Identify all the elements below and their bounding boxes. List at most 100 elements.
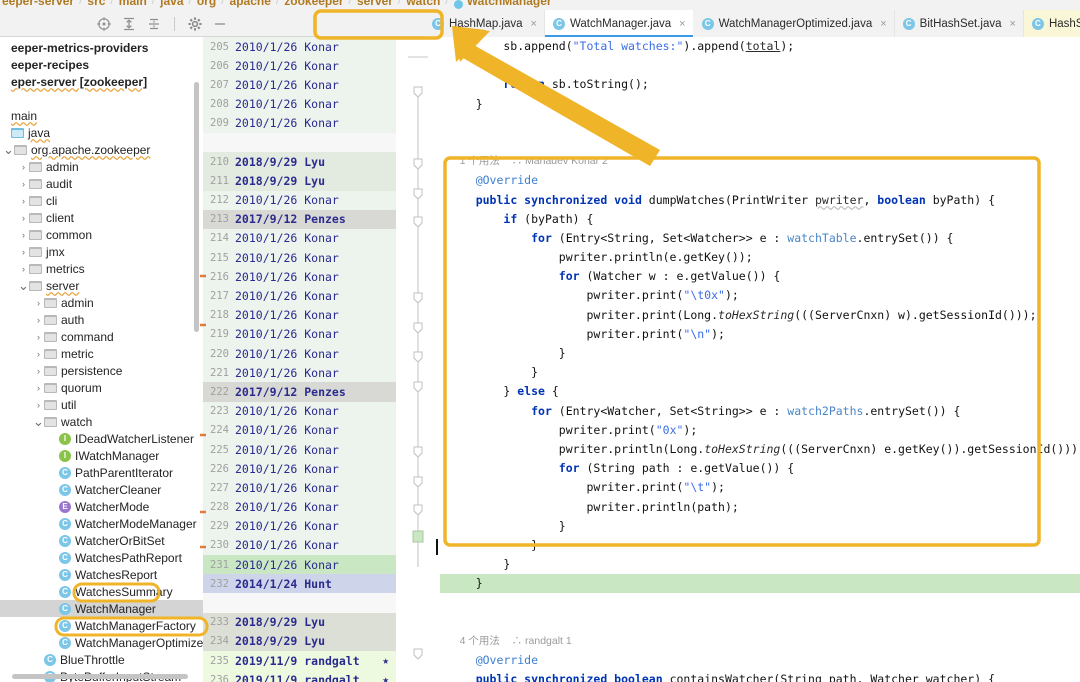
editor-tab[interactable]: C BitHashSet.java ×: [895, 10, 1024, 37]
project-tree-item[interactable]: eeper-metrics-providers: [0, 39, 203, 56]
project-tree-item[interactable]: ⌄ org.apache.zookeeper: [0, 141, 203, 158]
code-line[interactable]: }: [440, 95, 1080, 114]
project-tree-item[interactable]: C WatcherCleaner: [0, 481, 203, 498]
chevron-down-icon[interactable]: ⌄: [33, 415, 44, 428]
chevron-right-icon[interactable]: ›: [18, 247, 29, 257]
project-tree-item[interactable]: eper-server [zookeeper]: [0, 73, 203, 90]
editor-tab[interactable]: C HashMap.java ×: [424, 10, 545, 37]
code-line[interactable]: }: [440, 517, 1080, 536]
breadcrumb-item[interactable]: watch: [404, 0, 442, 7]
breadcrumb-item[interactable]: org: [195, 0, 218, 7]
project-tree-item[interactable]: C WatchManagerOptimized: [0, 634, 203, 651]
project-tree-item[interactable]: › metrics: [0, 260, 203, 277]
chevron-right-icon[interactable]: ›: [33, 400, 44, 410]
code-line[interactable]: [440, 593, 1080, 612]
project-tree-item[interactable]: C WatchesPathReport: [0, 549, 203, 566]
blame-row[interactable]: 228 2010/1/26 Konar: [203, 497, 403, 517]
hide-panel-icon[interactable]: [212, 16, 228, 32]
project-tree-list[interactable]: eeper-metrics-providers eeper-recipes eper…: [0, 37, 203, 682]
blame-row[interactable]: 216 2010/1/26 Konar: [203, 267, 403, 287]
project-tree-item[interactable]: C WatchManagerFactory: [0, 617, 203, 634]
project-tree-item[interactable]: › cli: [0, 192, 203, 209]
blame-row[interactable]: 207 2010/1/26 Konar: [203, 75, 403, 95]
code-line[interactable]: for (Watcher w : e.getValue()) {: [440, 267, 1080, 286]
code-line[interactable]: }: [440, 555, 1080, 574]
blame-row[interactable]: 217 2010/1/26 Konar: [203, 286, 403, 306]
usage-hint[interactable]: 4 个用法 ∴ randgalt 1: [440, 632, 1080, 651]
code-line[interactable]: pwriter.print("\t0x");: [440, 286, 1080, 305]
code-line[interactable]: }: [440, 363, 1080, 382]
project-tree-item[interactable]: I IWatchManager: [0, 447, 203, 464]
breadcrumb-item[interactable]: apache: [228, 0, 273, 7]
collapse-all-icon[interactable]: [121, 16, 137, 32]
close-icon[interactable]: ×: [880, 18, 886, 30]
project-tree-item[interactable]: eeper-recipes: [0, 56, 203, 73]
blame-row[interactable]: 220 2010/1/26 Konar: [203, 344, 403, 364]
editor-tab[interactable]: CHashSet.java×: [1023, 10, 1080, 37]
breadcrumb-item[interactable]: server: [355, 0, 395, 7]
editor-gutter[interactable]: [396, 37, 440, 682]
chevron-right-icon[interactable]: ›: [18, 230, 29, 240]
blame-row[interactable]: 234 2018/9/29 Lyu: [203, 631, 403, 651]
blame-row[interactable]: 213 2017/9/12 Penzes: [203, 209, 403, 229]
blame-row[interactable]: 221 2010/1/26 Konar: [203, 363, 403, 383]
chevron-right-icon[interactable]: ›: [33, 366, 44, 376]
breadcrumb-item[interactable]: java: [158, 0, 185, 7]
chevron-right-icon[interactable]: ›: [33, 383, 44, 393]
chevron-right-icon[interactable]: ›: [18, 264, 29, 274]
annotate-blame-gutter[interactable]: 205 2010/1/26 Konar 206 2010/1/26 Konar 207 2…: [203, 37, 403, 682]
code-line[interactable]: sb.append("Total watches:").append(total…: [440, 37, 1080, 56]
code-line[interactable]: for (Entry<Watcher, Set<String>> e : wat…: [440, 402, 1080, 421]
code-line[interactable]: @Override: [440, 651, 1080, 670]
code-line[interactable]: }: [440, 574, 1080, 594]
project-tree-item[interactable]: › persistence: [0, 362, 203, 379]
breadcrumb-item[interactable]: src: [85, 0, 107, 7]
code-line[interactable]: }: [440, 536, 1080, 555]
code-line[interactable]: [440, 613, 1080, 632]
project-tree-item[interactable]: ⌄ watch: [0, 413, 203, 430]
close-icon[interactable]: ×: [679, 18, 685, 30]
chevron-right-icon[interactable]: ›: [18, 179, 29, 189]
settings-gear-icon[interactable]: [187, 16, 203, 32]
code-line[interactable]: public synchronized void dumpWatches(Pri…: [440, 191, 1080, 210]
blame-row[interactable]: 225 2010/1/26 Konar: [203, 439, 403, 460]
blame-row[interactable]: 211 2018/9/29 Lyu: [203, 171, 403, 191]
editor-tab[interactable]: C WatchManager.java ×: [544, 10, 694, 37]
chevron-right-icon[interactable]: ›: [18, 213, 29, 223]
code-line[interactable]: return sb.toString();: [440, 75, 1080, 94]
blame-row[interactable]: 208 2010/1/26 Konar: [203, 94, 403, 114]
code-line[interactable]: for (String path : e.getValue()) {: [440, 459, 1080, 478]
project-tree-item[interactable]: › common: [0, 226, 203, 243]
chevron-right-icon[interactable]: ›: [33, 298, 44, 308]
code-line[interactable]: [440, 56, 1080, 75]
chevron-right-icon[interactable]: ›: [18, 196, 29, 206]
blame-row[interactable]: 205 2010/1/26 Konar: [203, 37, 403, 57]
project-tree-item[interactable]: C WatcherModeManager: [0, 515, 203, 532]
blame-row[interactable]: 223 2010/1/26 Konar: [203, 401, 403, 421]
blame-row[interactable]: 209 2010/1/26 Konar: [203, 113, 403, 133]
code-line[interactable]: pwriter.print("\t");: [440, 478, 1080, 497]
project-tree-item[interactable]: C WatchesReport: [0, 566, 203, 583]
code-line[interactable]: pwriter.println(e.getKey());: [440, 248, 1080, 267]
blame-row[interactable]: 214 2010/1/26 Konar: [203, 228, 403, 249]
blame-row[interactable]: 232 2014/1/24 Hunt: [203, 574, 403, 594]
blame-row[interactable]: 222 2017/9/12 Penzes: [203, 382, 403, 402]
blame-row[interactable]: 215 2010/1/26 Konar: [203, 248, 403, 268]
breadcrumb-item[interactable]: main: [117, 0, 149, 7]
chevron-right-icon[interactable]: ›: [33, 332, 44, 342]
project-tree-panel[interactable]: eeper-metrics-providers eeper-recipes eper…: [0, 37, 203, 682]
blame-row[interactable]: 212 2010/1/26 Konar: [203, 190, 403, 210]
code-line[interactable]: }: [440, 344, 1080, 363]
usage-hint[interactable]: 1 个用法 ∴ Mahadev Konar 2: [440, 152, 1080, 171]
chevron-down-icon[interactable]: ⌄: [18, 279, 29, 292]
blame-row[interactable]: 219 2010/1/26 Konar: [203, 324, 403, 344]
project-tree-item[interactable]: C PathParentIterator: [0, 464, 203, 481]
project-tree-item[interactable]: I IDeadWatcherListener: [0, 430, 203, 447]
blame-row[interactable]: 226 2010/1/26 Konar: [203, 459, 403, 479]
code-line[interactable]: pwriter.print("\n");: [440, 325, 1080, 344]
blame-row[interactable]: 236 2019/11/9 randgalt ★: [203, 670, 403, 682]
project-tree-item[interactable]: C WatchManager: [0, 600, 203, 617]
blame-row[interactable]: 206 2010/1/26 Konar: [203, 56, 403, 76]
blame-row[interactable]: 227 2010/1/26 Konar: [203, 478, 403, 498]
expand-all-icon[interactable]: [146, 16, 162, 32]
